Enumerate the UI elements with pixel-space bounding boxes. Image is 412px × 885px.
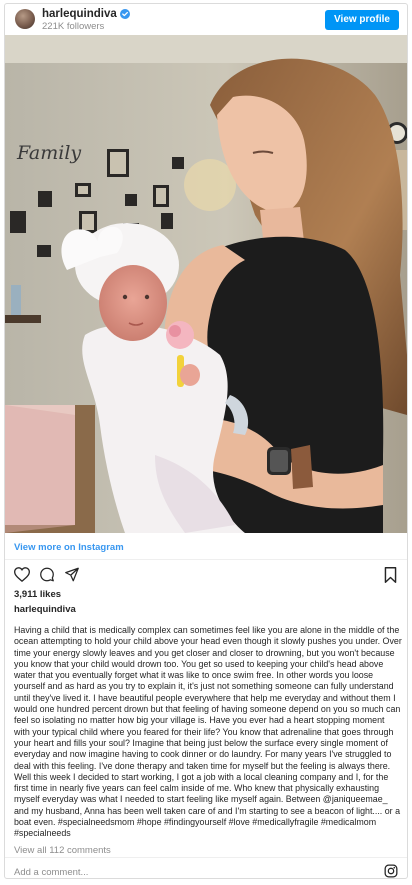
post-caption: Having a child that is medically complex… — [14, 625, 402, 839]
post-actions — [14, 567, 80, 582]
comment-icon[interactable] — [39, 567, 55, 582]
divider — [5, 559, 407, 560]
post-photo[interactable]: Family — [5, 35, 407, 533]
username-row[interactable]: harlequindiva — [42, 8, 130, 20]
bookmark-icon[interactable] — [384, 567, 397, 583]
wall-sign: Family — [16, 142, 81, 164]
add-comment-input[interactable]: Add a comment... — [14, 867, 88, 878]
view-profile-button[interactable]: View profile — [325, 10, 399, 30]
instagram-embed-card: harlequindiva 221K followers View profil… — [4, 3, 408, 879]
instagram-icon[interactable] — [384, 864, 398, 878]
verified-badge-icon — [119, 9, 130, 19]
view-all-comments-link[interactable]: View all 112 comments — [14, 845, 111, 856]
photo-illustration: Family — [5, 35, 407, 533]
username[interactable]: harlequindiva — [42, 8, 117, 20]
avatar[interactable] — [15, 9, 35, 29]
like-count[interactable]: 3,911 likes — [14, 589, 61, 600]
divider — [5, 857, 407, 858]
follower-count: 221K followers — [42, 21, 105, 32]
post-header: harlequindiva 221K followers View profil… — [5, 4, 407, 35]
poster-username[interactable]: harlequindiva — [14, 604, 76, 615]
heart-icon[interactable] — [14, 567, 30, 582]
view-more-on-instagram-link[interactable]: View more on Instagram — [14, 542, 124, 553]
share-icon[interactable] — [64, 567, 80, 582]
